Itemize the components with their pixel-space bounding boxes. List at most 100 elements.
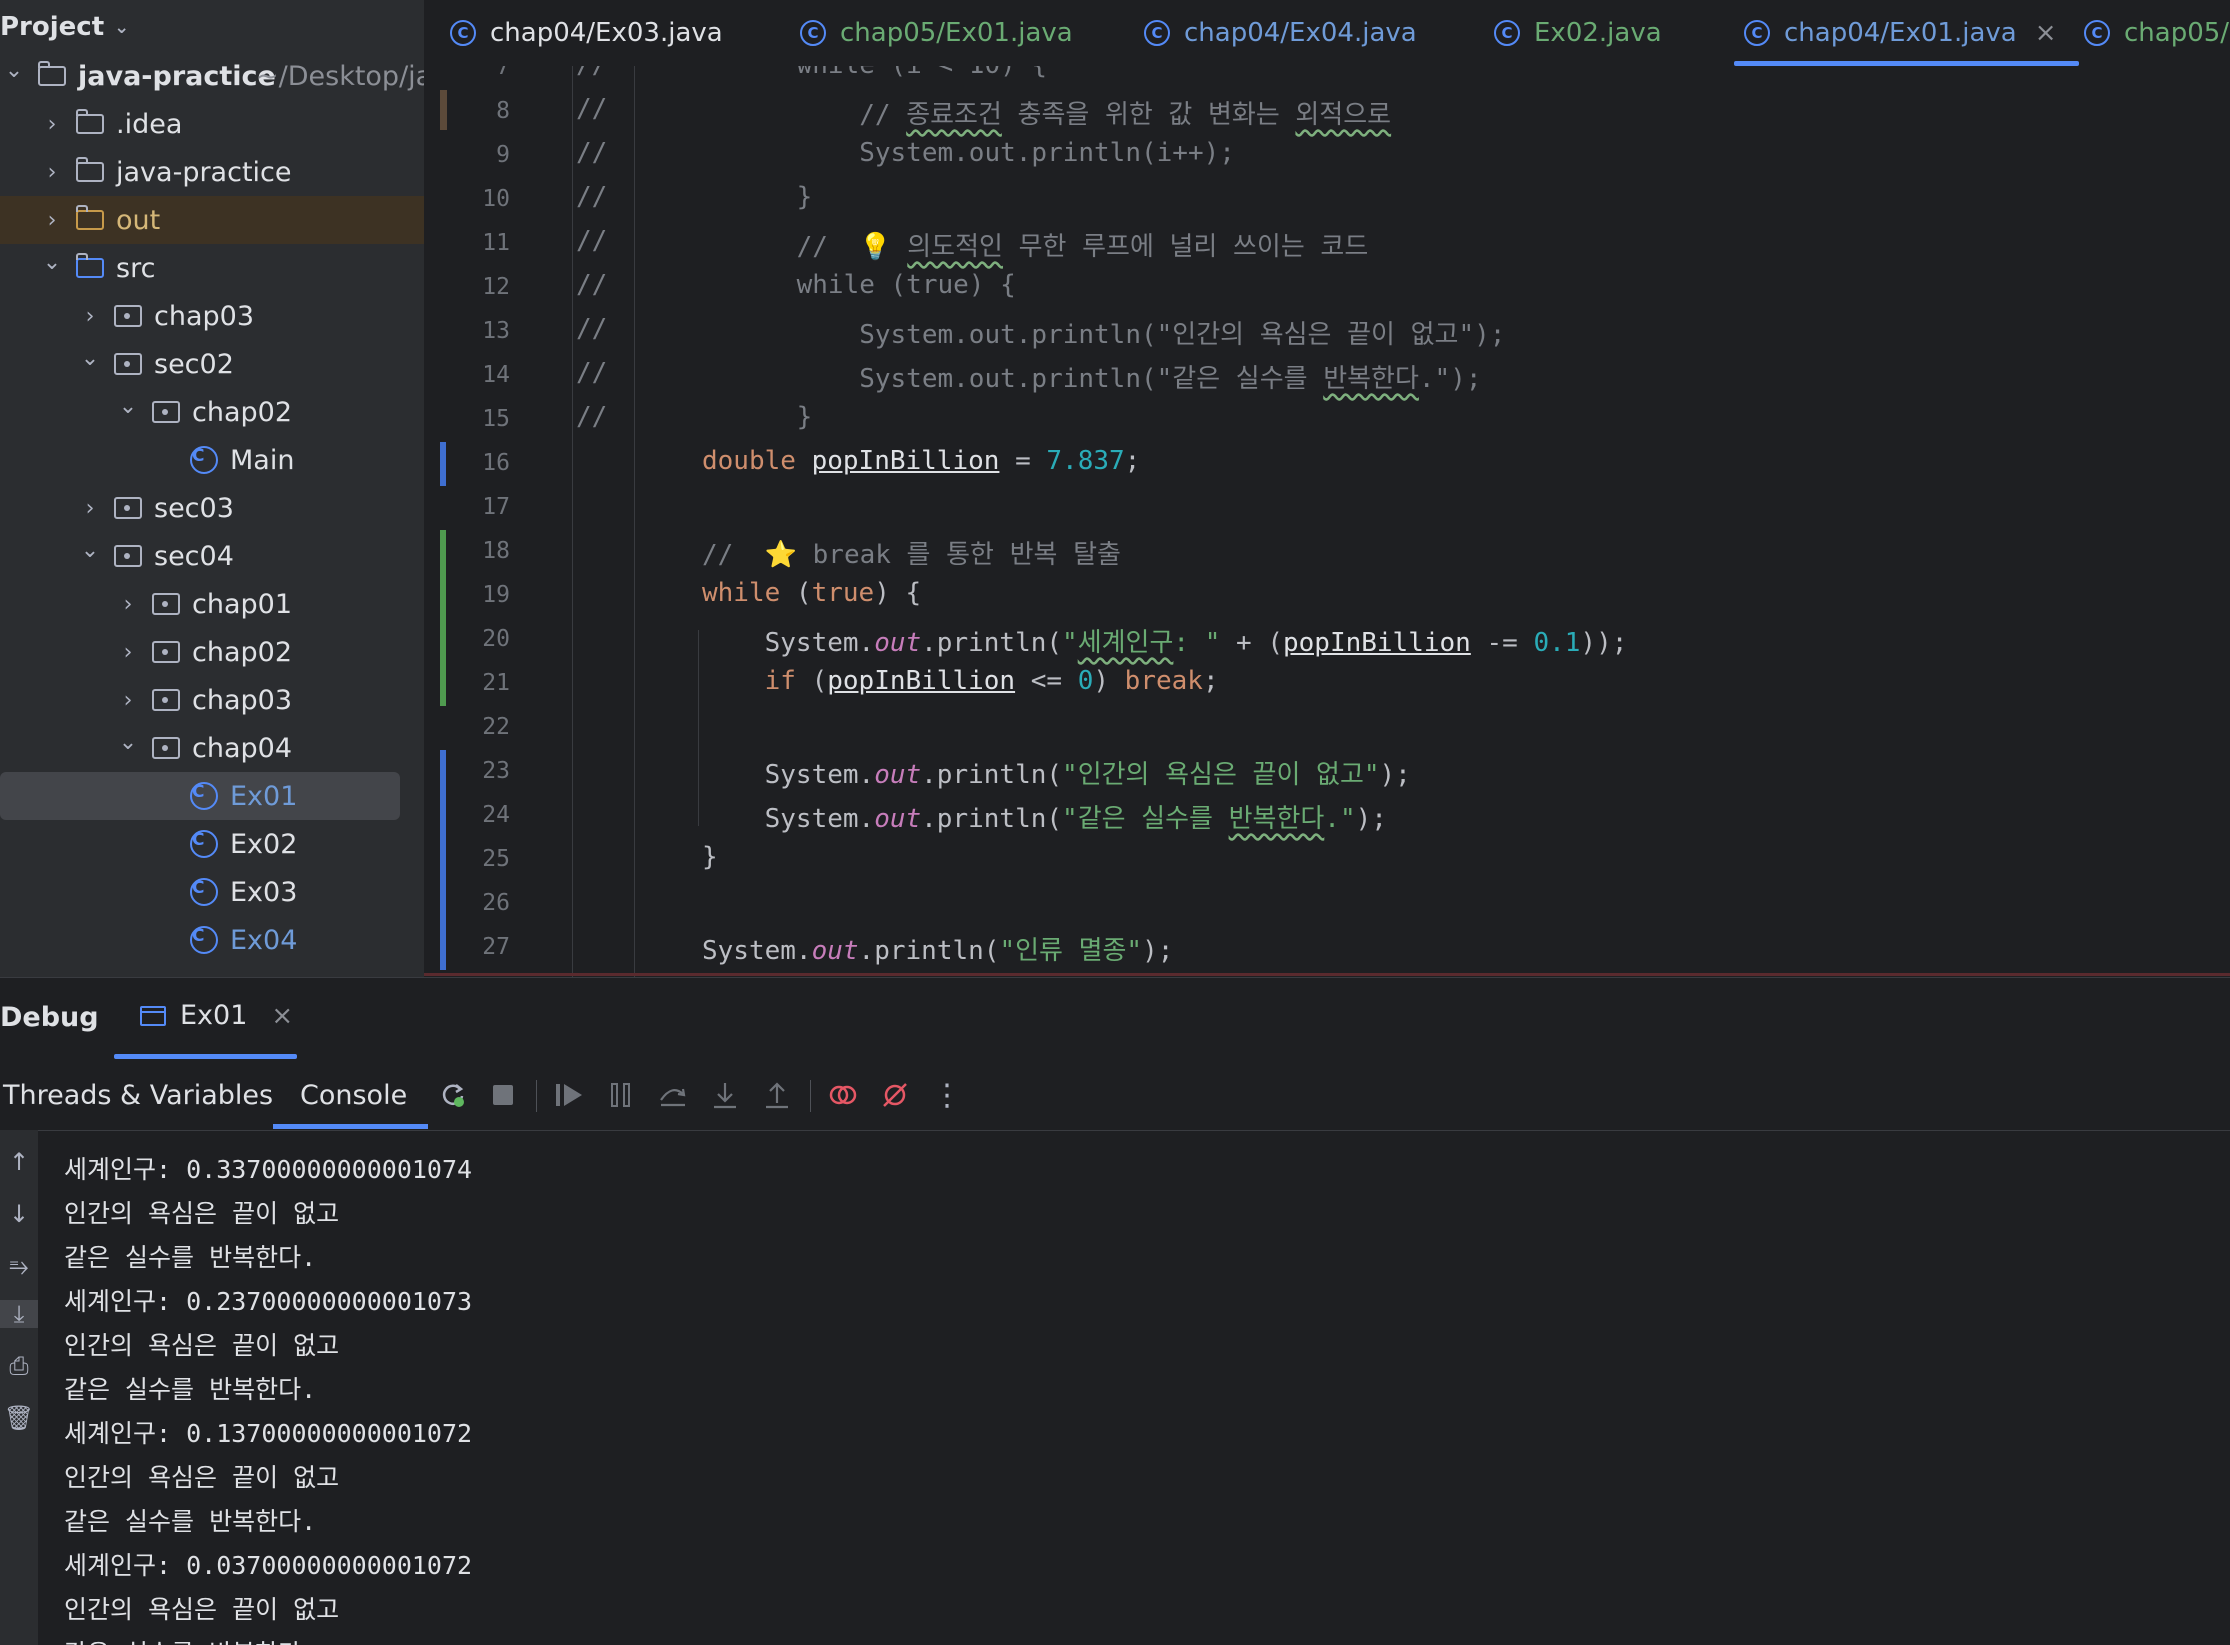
tab-console[interactable]: Console (300, 1080, 407, 1111)
tree-item-class[interactable]: C Ex01 (0, 772, 400, 820)
chevron-right-icon[interactable]: › (42, 208, 62, 233)
code-token: } (734, 182, 813, 212)
session-tab-indicator (114, 1054, 297, 1059)
chevron-right-icon[interactable]: › (118, 640, 138, 665)
chevron-down-icon[interactable]: ⌄ (114, 17, 129, 38)
code-line[interactable]: System.out.println("세계인구: " + (popInBill… (702, 622, 1628, 659)
code-token: 충족을 위한 값 변화는 (1001, 100, 1296, 130)
chevron-right-icon[interactable]: › (80, 304, 100, 329)
chevron-right-icon[interactable]: › (118, 592, 138, 617)
code-token: ." (1324, 804, 1356, 834)
tree-item-package[interactable]: › chap02 (0, 628, 424, 676)
code-line[interactable]: System.out.println("인류 멸종"); (702, 930, 1173, 967)
arrow-up-icon[interactable]: ↑ (0, 1148, 38, 1176)
project-header[interactable]: Project ⌄ (0, 0, 424, 54)
code-line[interactable]: // ⭐ break 를 통한 반복 탈출 (702, 534, 1121, 571)
chevron-right-icon[interactable]: › (80, 496, 100, 521)
chevron-down-icon[interactable]: ⌄ (42, 250, 62, 275)
step-into-icon[interactable] (708, 1078, 742, 1112)
console-line: 인간의 욕심은 끝이 없고 (64, 1595, 340, 1624)
chevron-down-icon[interactable]: ⌄ (118, 730, 138, 755)
code-line[interactable]: if (popInBillion <= 0) break; (702, 666, 1219, 696)
rerun-icon[interactable] (436, 1078, 470, 1112)
debug-session-tab[interactable]: Ex01 × (140, 1000, 293, 1031)
tree-item-package[interactable]: ⌄ sec02 (0, 340, 424, 388)
tree-item-package[interactable]: ⌄ chap04 (0, 724, 424, 772)
tree-item-package[interactable]: › chap03 (0, 676, 424, 724)
code-token: .println( (921, 760, 1063, 790)
tree-item-class[interactable]: C Main (0, 436, 424, 484)
arrow-down-icon[interactable]: ↓ (0, 1200, 38, 1228)
chevron-right-icon[interactable]: › (42, 112, 62, 137)
tree-item-package[interactable]: › chap03 (0, 292, 424, 340)
tree-item-folder-src[interactable]: ⌄ src (0, 244, 424, 292)
code-token: : " (1173, 628, 1221, 658)
tree-item-label: Main (230, 444, 295, 476)
editor-tab[interactable]: C Ex02.java (1494, 0, 1662, 66)
editor-tab[interactable]: Cchap05/ (2084, 0, 2229, 66)
code-line[interactable]: while (true) { (702, 578, 921, 608)
more-icon[interactable]: ⋮ (930, 1078, 964, 1113)
project-title[interactable]: Project (0, 12, 104, 42)
class-icon: C (1494, 20, 1520, 46)
chevron-down-icon[interactable]: ⌄ (80, 346, 100, 371)
trash-icon[interactable]: 🗑 (0, 1404, 38, 1432)
code-line[interactable]: System.out.println(i++); (734, 138, 1235, 168)
view-breakpoints-icon[interactable] (826, 1078, 860, 1112)
code-line[interactable]: } (702, 842, 718, 872)
console-output[interactable]: 세계인구: 0.33700000000001074 인간의 욕심은 끝이 없고 같은… (64, 1130, 2164, 1645)
code-line[interactable]: // 종료조건 충족을 위한 값 변화는 외적으로 (734, 94, 1391, 131)
package-icon (152, 641, 180, 663)
debug-title: Debug (0, 1002, 99, 1033)
tree-item-folder-excluded[interactable]: › out (0, 196, 424, 244)
code-line[interactable]: System.out.println("인간의 욕심은 끝이 없고"); (702, 754, 1411, 791)
stop-icon[interactable] (486, 1078, 520, 1112)
code-line[interactable]: System.out.println("인간의 욕심은 끝이 없고"); (734, 314, 1505, 351)
chevron-right-icon[interactable]: › (118, 688, 138, 713)
code-line[interactable]: // 💡 의도적인 무한 루프에 널리 쓰이는 코드 (734, 226, 1369, 263)
tree-item-module[interactable]: ⌄ java-practice~/Desktop/java (0, 52, 424, 100)
tree-item-folder[interactable]: › .idea (0, 100, 424, 148)
tree-item-package[interactable]: › chap01 (0, 580, 424, 628)
resume-icon[interactable] (552, 1078, 586, 1112)
code-line[interactable]: double popInBillion = 7.837; (702, 446, 1140, 476)
tree-item-package[interactable]: ⌄ chap02 (0, 388, 424, 436)
tree-item-package[interactable]: ⌄ sec04 (0, 532, 424, 580)
tree-item-folder[interactable]: › java-practice (0, 148, 424, 196)
tree-item-package[interactable]: › sec03 (0, 484, 424, 532)
scroll-to-end-icon[interactable]: ⤓ (0, 1300, 38, 1328)
tree-item-class[interactable]: C Ex03 (0, 868, 424, 916)
pause-icon[interactable] (604, 1078, 638, 1112)
comment-marker: // (576, 66, 607, 80)
tab-threads-variables[interactable]: Threads & Variables (3, 1080, 273, 1111)
editor-tab[interactable]: Cchap05/Ex01.java (800, 0, 1073, 66)
step-out-icon[interactable] (760, 1078, 794, 1112)
mute-breakpoints-icon[interactable] (878, 1078, 912, 1112)
tree-item-class[interactable]: C Ex04 (0, 916, 424, 964)
code-line[interactable]: while (true) { (734, 270, 1016, 300)
editor-tab[interactable]: Cchap04/Ex03.java (450, 0, 723, 66)
code-line[interactable]: } (734, 182, 813, 212)
close-icon[interactable]: × (271, 1001, 293, 1031)
editor-tab-active[interactable]: Cchap04/Ex01.java × (1744, 0, 2057, 66)
close-icon[interactable]: × (2035, 18, 2057, 48)
code-token: )); (1580, 628, 1628, 658)
tree-item-label: chap02 (192, 396, 292, 428)
step-over-icon[interactable] (656, 1078, 690, 1112)
tree-item-class[interactable]: C Ex02 (0, 820, 424, 868)
chevron-down-icon[interactable]: ⌄ (118, 394, 138, 419)
chevron-down-icon[interactable]: ⌄ (4, 58, 24, 83)
change-marker (440, 530, 446, 574)
code-line[interactable]: System.out.println("같은 실수를 반복한다."); (702, 798, 1387, 835)
comment-marker: // (576, 402, 608, 432)
comment-marker: // (576, 226, 608, 256)
code-editor[interactable]: 7 // while (i < 10) {8 // // 종료조건 충족을 위한 값… (424, 66, 2230, 977)
code-line[interactable]: System.out.println("같은 실수를 반복한다."); (734, 358, 1481, 395)
print-icon[interactable]: ⎙ (0, 1352, 38, 1380)
code-line[interactable]: while (i < 10) { (734, 66, 1047, 80)
soft-wrap-icon[interactable]: ⥱ (0, 1252, 38, 1280)
chevron-down-icon[interactable]: ⌄ (80, 538, 100, 563)
code-line[interactable]: } (734, 402, 813, 432)
editor-tab[interactable]: Cchap04/Ex04.java (1144, 0, 1417, 66)
chevron-right-icon[interactable]: › (42, 160, 62, 185)
